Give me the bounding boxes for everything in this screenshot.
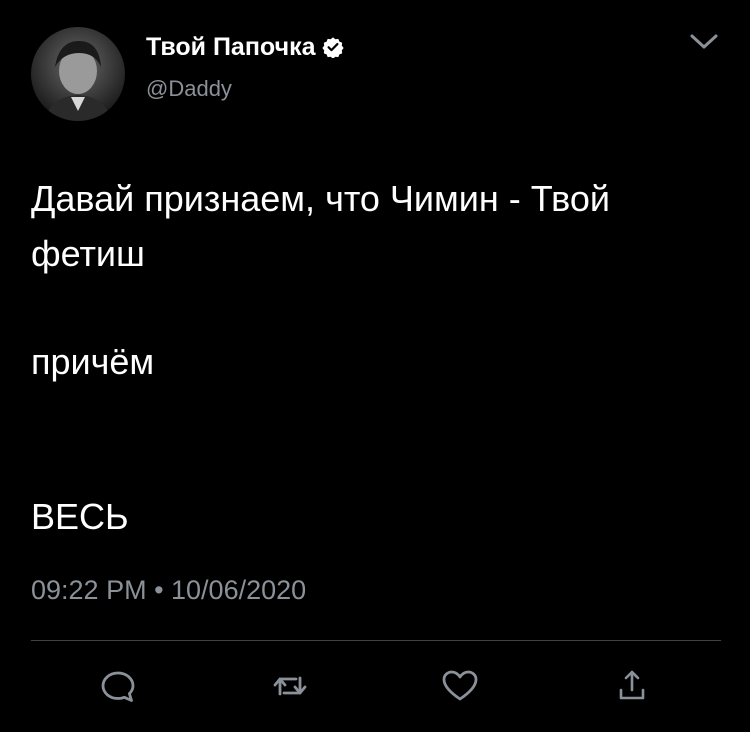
tweet-text-line: ВЕСЬ (31, 496, 129, 537)
tweet-timestamp[interactable]: 09:22 PM • 10/06/2020 (31, 574, 306, 606)
share-upload-icon (619, 670, 645, 700)
display-name[interactable]: Твой Папочка (146, 32, 344, 62)
tweet-text-line: фетиш (31, 233, 145, 274)
divider (31, 640, 721, 641)
tweet-text-line: Давай признаем, что Чимин - Твой (31, 178, 611, 219)
chevron-down-icon[interactable] (686, 30, 722, 54)
retweet-arrows-icon (273, 676, 307, 696)
user-handle[interactable]: @Daddy (146, 76, 232, 102)
retweet-button[interactable] (270, 666, 310, 706)
profile-photo-icon (45, 41, 111, 121)
tweet-text-line: причём (31, 341, 155, 382)
heart-icon (442, 670, 478, 701)
display-name-text: Твой Папочка (146, 33, 316, 61)
share-button[interactable] (612, 666, 652, 706)
verified-badge-icon (321, 36, 344, 58)
like-button[interactable] (440, 666, 480, 706)
speech-bubble-icon (101, 671, 135, 702)
avatar[interactable] (31, 27, 125, 121)
reply-button[interactable] (98, 666, 138, 706)
tweet-card: Твой Папочка @Daddy Давай признаем, что … (0, 0, 750, 732)
